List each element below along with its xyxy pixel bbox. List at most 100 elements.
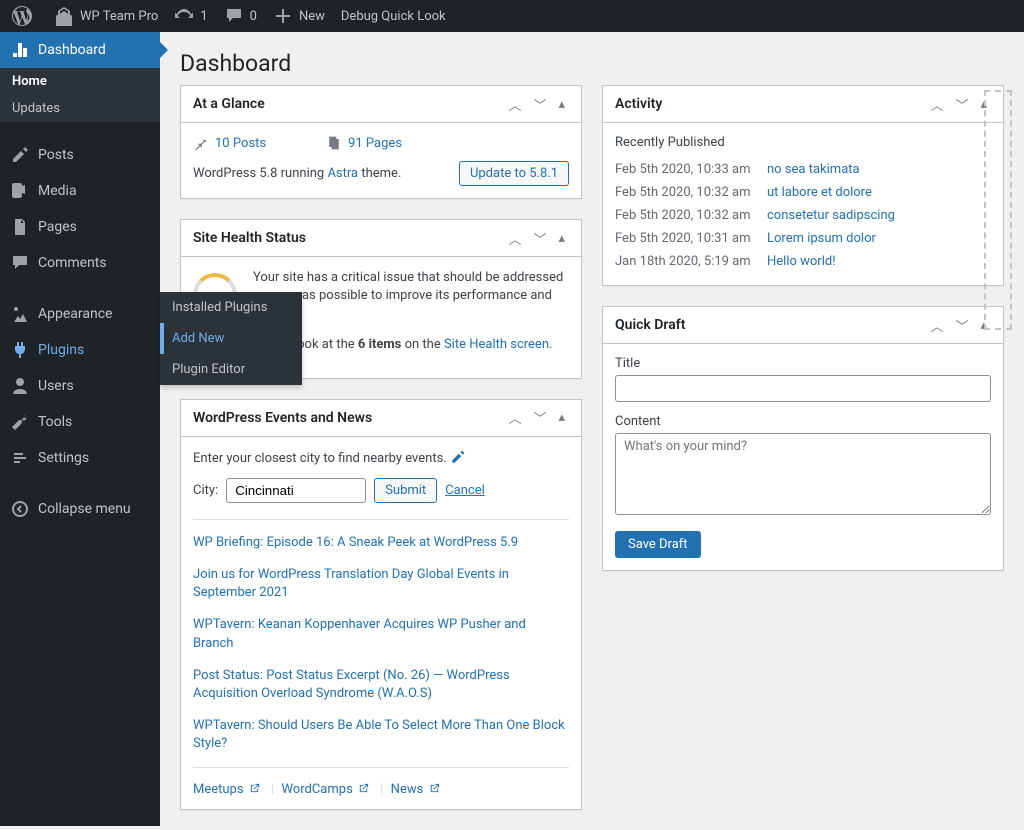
events-item[interactable]: WP Briefing: Episode 16: A Sneak Peek at… [193, 534, 569, 552]
menu-label: Tools [38, 414, 72, 430]
updates-count[interactable]: 1 [166, 0, 215, 32]
site-name[interactable]: WP Team Pro [46, 0, 166, 32]
move-up-icon[interactable]: ︿ [504, 225, 525, 252]
news-link[interactable]: News [391, 782, 440, 797]
activity-row: Feb 5th 2020, 10:32 amut labore et dolor… [615, 181, 991, 204]
health-screen-link[interactable]: Site Health screen [444, 337, 549, 352]
post-link[interactable]: ut labore et dolore [767, 185, 872, 200]
collapse-menu[interactable]: Collapse menu [0, 491, 160, 527]
wp-logo[interactable] [4, 0, 46, 32]
activity-row: Jan 18th 2020, 5:19 amHello world! [615, 250, 991, 273]
save-draft-button[interactable]: Save Draft [615, 531, 701, 558]
wp-version-text: WordPress 5.8 running Astra theme. [193, 166, 401, 181]
widget-title: Quick Draft [615, 307, 685, 343]
update-button[interactable]: Update to 5.8.1 [459, 161, 569, 186]
post-link[interactable]: Hello world! [767, 254, 836, 269]
events-item[interactable]: WPTavern: Keanan Koppenhaver Acquires WP… [193, 616, 569, 652]
draft-content-input[interactable] [615, 433, 991, 515]
menu-label: Settings [38, 450, 89, 466]
dashboard-drop-zone[interactable] [984, 90, 1012, 330]
menu-label: Users [38, 378, 74, 394]
content-label: Content [615, 414, 991, 429]
admin-sidebar: Dashboard Home Updates Posts Media Pages… [0, 32, 160, 826]
menu-posts[interactable]: Posts [0, 137, 160, 173]
move-down-icon[interactable]: ﹀ [529, 225, 550, 252]
city-label: City: [193, 483, 218, 498]
menu-settings[interactable]: Settings [0, 440, 160, 476]
activity-row: Feb 5th 2020, 10:33 amno sea takimata [615, 158, 991, 181]
move-up-icon[interactable]: ︿ [504, 404, 525, 431]
menu-label: Comments [38, 255, 107, 271]
menu-label: Collapse menu [38, 501, 131, 517]
external-icon [429, 783, 440, 794]
submenu-installed-plugins[interactable]: Installed Plugins [160, 292, 302, 323]
post-link[interactable]: consetetur sadipscing [767, 208, 895, 223]
page-title: Dashboard [180, 32, 1004, 85]
events-widget: WordPress Events and News ︿ ﹀ ▴ Enter yo… [180, 399, 582, 811]
comments-count[interactable]: 0 [216, 0, 265, 32]
menu-label: Plugins [38, 342, 84, 358]
pages-icon [326, 135, 342, 151]
wordcamps-link[interactable]: WordCamps [281, 782, 369, 797]
move-down-icon[interactable]: ﹀ [529, 91, 550, 118]
draft-title-input[interactable] [615, 375, 991, 402]
external-icon [249, 783, 260, 794]
activity-row: Feb 5th 2020, 10:32 amconsetetur sadipsc… [615, 204, 991, 227]
menu-label: Pages [38, 219, 77, 235]
move-up-icon[interactable]: ︿ [926, 91, 947, 118]
menu-comments[interactable]: Comments [0, 245, 160, 281]
menu-plugins[interactable]: Plugins [0, 332, 160, 368]
submenu-plugin-editor[interactable]: Plugin Editor [160, 354, 302, 385]
move-down-icon[interactable]: ﹀ [951, 312, 972, 339]
toggle-icon[interactable]: ▴ [554, 227, 569, 250]
submenu-updates[interactable]: Updates [0, 95, 160, 122]
toggle-icon[interactable]: ▴ [554, 406, 569, 429]
widget-title: WordPress Events and News [193, 400, 372, 436]
events-item[interactable]: WPTavern: Should Users Be Able To Select… [193, 717, 569, 753]
menu-users[interactable]: Users [0, 368, 160, 404]
menu-label: Media [38, 183, 77, 199]
activity-subhead: Recently Published [615, 135, 991, 150]
plugins-submenu: Installed Plugins Add New Plugin Editor [160, 292, 302, 385]
move-up-icon[interactable]: ︿ [504, 91, 525, 118]
widget-title: Site Health Status [193, 220, 306, 256]
edit-icon[interactable] [450, 451, 466, 466]
events-item[interactable]: Join us for WordPress Translation Day Gl… [193, 566, 569, 602]
debug-link[interactable]: Debug Quick Look [333, 0, 454, 32]
city-input[interactable] [226, 478, 366, 503]
new-content[interactable]: New [265, 0, 333, 32]
widget-title: Activity [615, 86, 662, 122]
theme-link[interactable]: Astra [327, 166, 358, 181]
submenu-home[interactable]: Home [0, 68, 160, 95]
glance-posts[interactable]: 10 Posts [193, 135, 266, 151]
glance-pages[interactable]: 91 Pages [326, 135, 402, 151]
external-icon [358, 783, 369, 794]
submit-button[interactable]: Submit [374, 478, 437, 503]
post-link[interactable]: no sea takimata [767, 162, 860, 177]
events-item[interactable]: Post Status: Post Status Excerpt (No. 26… [193, 667, 569, 703]
submenu-add-new[interactable]: Add New [160, 323, 302, 354]
menu-dashboard[interactable]: Dashboard [0, 32, 160, 68]
menu-label: Appearance [38, 306, 112, 322]
menu-pages[interactable]: Pages [0, 209, 160, 245]
admin-bar: WP Team Pro 1 0 New Debug Quick Look [0, 0, 1024, 32]
current-indicator [160, 42, 168, 58]
move-down-icon[interactable]: ﹀ [951, 91, 972, 118]
menu-label: Posts [38, 147, 74, 163]
move-down-icon[interactable]: ﹀ [529, 404, 550, 431]
quick-draft-widget: Quick Draft ︿ ﹀ ▴ Title Content [602, 306, 1004, 571]
at-a-glance-widget: At a Glance ︿ ﹀ ▴ 10 Posts [180, 85, 582, 199]
pin-icon [193, 135, 209, 151]
meetups-link[interactable]: Meetups [193, 782, 260, 797]
events-footer: Meetups | WordCamps | News [193, 767, 569, 797]
post-link[interactable]: Lorem ipsum dolor [767, 231, 876, 246]
toggle-icon[interactable]: ▴ [554, 93, 569, 116]
menu-tools[interactable]: Tools [0, 404, 160, 440]
menu-media[interactable]: Media [0, 173, 160, 209]
move-up-icon[interactable]: ︿ [926, 312, 947, 339]
main-content: Dashboard At a Glance ︿ ﹀ ▴ 1 [160, 32, 1024, 830]
menu-appearance[interactable]: Appearance [0, 296, 160, 332]
activity-row: Feb 5th 2020, 10:31 amLorem ipsum dolor [615, 227, 991, 250]
title-label: Title [615, 356, 991, 371]
cancel-link[interactable]: Cancel [445, 483, 485, 498]
